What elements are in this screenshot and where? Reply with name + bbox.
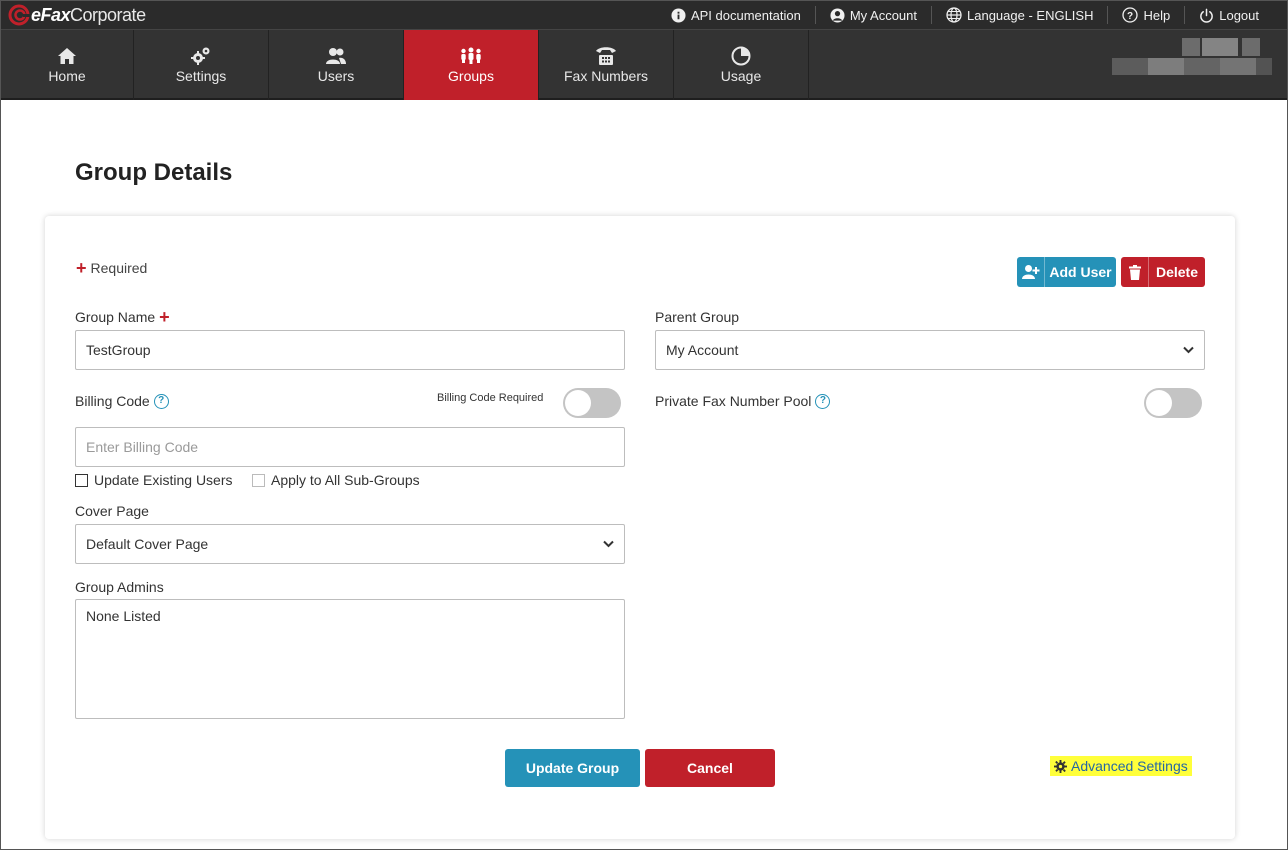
tab-home[interactable]: Home xyxy=(1,30,134,100)
info-icon xyxy=(671,7,686,23)
apply-sub-groups-checkbox[interactable]: Apply to All Sub-Groups xyxy=(252,472,420,488)
user-circle-icon xyxy=(830,7,845,23)
efax-logo[interactable]: eFax Corporate xyxy=(7,4,146,26)
delete-button[interactable]: Delete xyxy=(1121,257,1205,287)
phone-icon xyxy=(596,47,616,65)
update-existing-users-label: Update Existing Users xyxy=(94,472,233,488)
cover-page-label: Cover Page xyxy=(75,503,149,519)
group-admins-value: None Listed xyxy=(86,608,161,624)
tab-users-label: Users xyxy=(317,68,355,84)
gears-icon xyxy=(191,47,210,65)
redacted-account-info xyxy=(1112,38,1272,76)
required-plus-icon: + xyxy=(159,307,170,327)
update-existing-users-checkbox[interactable]: Update Existing Users xyxy=(75,472,233,488)
logo-corporate-text: Corporate xyxy=(70,4,146,25)
users-icon xyxy=(326,48,346,64)
group-name-label-text: Group Name xyxy=(75,309,156,325)
add-user-button[interactable]: Add User xyxy=(1017,257,1116,287)
top-utility-bar: eFax Corporate API documentation My Accou… xyxy=(1,1,1287,30)
required-note: + Required xyxy=(76,258,148,278)
page-title: Group Details xyxy=(75,159,233,186)
tab-groups-label: Groups xyxy=(448,68,494,84)
help-label: Help xyxy=(1143,7,1171,23)
groups-icon xyxy=(461,47,481,64)
required-plus-icon: + xyxy=(76,258,87,278)
tab-usage[interactable]: Usage xyxy=(674,30,809,100)
tab-fax-numbers[interactable]: Fax Numbers xyxy=(539,30,674,100)
billing-code-label-text: Billing Code xyxy=(75,393,150,409)
svg-text:?: ? xyxy=(1127,11,1133,22)
cancel-button[interactable]: Cancel xyxy=(645,749,775,787)
cancel-label: Cancel xyxy=(687,760,733,776)
advanced-settings-link[interactable]: Advanced Settings xyxy=(1050,756,1192,776)
help-circle-icon: ? xyxy=(1122,7,1139,23)
parent-group-label-text: Parent Group xyxy=(655,309,740,325)
cover-page-value: Default Cover Page xyxy=(86,536,209,552)
group-name-label: Group Name + xyxy=(75,307,170,327)
billing-code-required-label: Billing Code Required xyxy=(437,392,544,404)
private-pool-label-text: Private Fax Number Pool xyxy=(655,393,812,409)
trash-icon xyxy=(1121,257,1149,287)
tab-settings[interactable]: Settings xyxy=(134,30,269,100)
group-name-input[interactable] xyxy=(75,330,625,370)
logout-link[interactable]: Logout xyxy=(1185,5,1273,25)
add-user-icon xyxy=(1017,257,1045,287)
api-documentation-label: API documentation xyxy=(690,7,801,23)
tab-groups[interactable]: Groups xyxy=(404,30,539,100)
group-admins-list[interactable]: None Listed xyxy=(75,599,625,719)
api-documentation-link[interactable]: API documentation xyxy=(657,5,815,25)
globe-icon xyxy=(946,7,962,23)
private-pool-toggle[interactable] xyxy=(1144,388,1202,418)
add-user-label: Add User xyxy=(1049,264,1112,280)
chevron-down-icon xyxy=(603,540,614,548)
parent-group-value: My Account xyxy=(666,342,739,358)
apply-sub-groups-label: Apply to All Sub-Groups xyxy=(271,472,420,488)
delete-label: Delete xyxy=(1155,264,1199,280)
parent-group-label: Parent Group xyxy=(655,309,739,325)
my-account-link[interactable]: My Account xyxy=(816,5,931,25)
billing-code-label: Billing Code ? xyxy=(75,393,169,409)
private-pool-help-icon[interactable]: ? xyxy=(815,393,831,409)
home-icon xyxy=(58,48,76,64)
main-navigation: Home Settings Users Groups Fax Numbers U… xyxy=(1,30,1287,100)
language-label: Language - ENGLISH xyxy=(967,7,1094,23)
billing-code-input[interactable] xyxy=(75,427,625,467)
utility-links: API documentation My Account Language - … xyxy=(657,1,1273,29)
private-pool-label: Private Fax Number Pool ? xyxy=(655,393,831,409)
billing-code-required-toggle[interactable] xyxy=(563,388,621,418)
update-group-button[interactable]: Update Group xyxy=(505,749,640,787)
tab-home-label: Home xyxy=(48,68,86,84)
checkbox-box[interactable] xyxy=(252,473,265,487)
tab-settings-label: Settings xyxy=(175,68,227,84)
checkbox-box[interactable] xyxy=(75,473,88,487)
required-note-label: Required xyxy=(90,260,148,276)
logo-efax-text: eFax xyxy=(31,4,71,25)
tab-users[interactable]: Users xyxy=(269,30,404,100)
tab-usage-label: Usage xyxy=(720,68,762,84)
gear-icon xyxy=(1054,759,1067,773)
power-icon xyxy=(1200,8,1214,23)
pie-chart-icon xyxy=(731,46,751,66)
update-group-label: Update Group xyxy=(525,760,620,776)
tab-fax-numbers-label: Fax Numbers xyxy=(563,68,649,84)
language-selector[interactable]: Language - ENGLISH xyxy=(932,5,1107,25)
cover-page-label-text: Cover Page xyxy=(75,503,149,519)
help-link[interactable]: ? Help xyxy=(1108,5,1184,25)
logout-label: Logout xyxy=(1219,7,1259,23)
advanced-settings-label: Advanced Settings xyxy=(1071,758,1188,774)
chevron-down-icon xyxy=(1183,346,1194,354)
parent-group-select[interactable]: My Account xyxy=(655,330,1205,370)
efax-logo-text: eFax Corporate xyxy=(31,5,146,26)
billing-code-help-icon[interactable]: ? xyxy=(153,393,169,409)
cover-page-select[interactable]: Default Cover Page xyxy=(75,524,625,564)
group-admins-label-text: Group Admins xyxy=(75,579,164,595)
efax-logo-mark-icon xyxy=(7,4,31,26)
my-account-label: My Account xyxy=(849,7,918,23)
group-admins-label: Group Admins xyxy=(75,579,164,595)
